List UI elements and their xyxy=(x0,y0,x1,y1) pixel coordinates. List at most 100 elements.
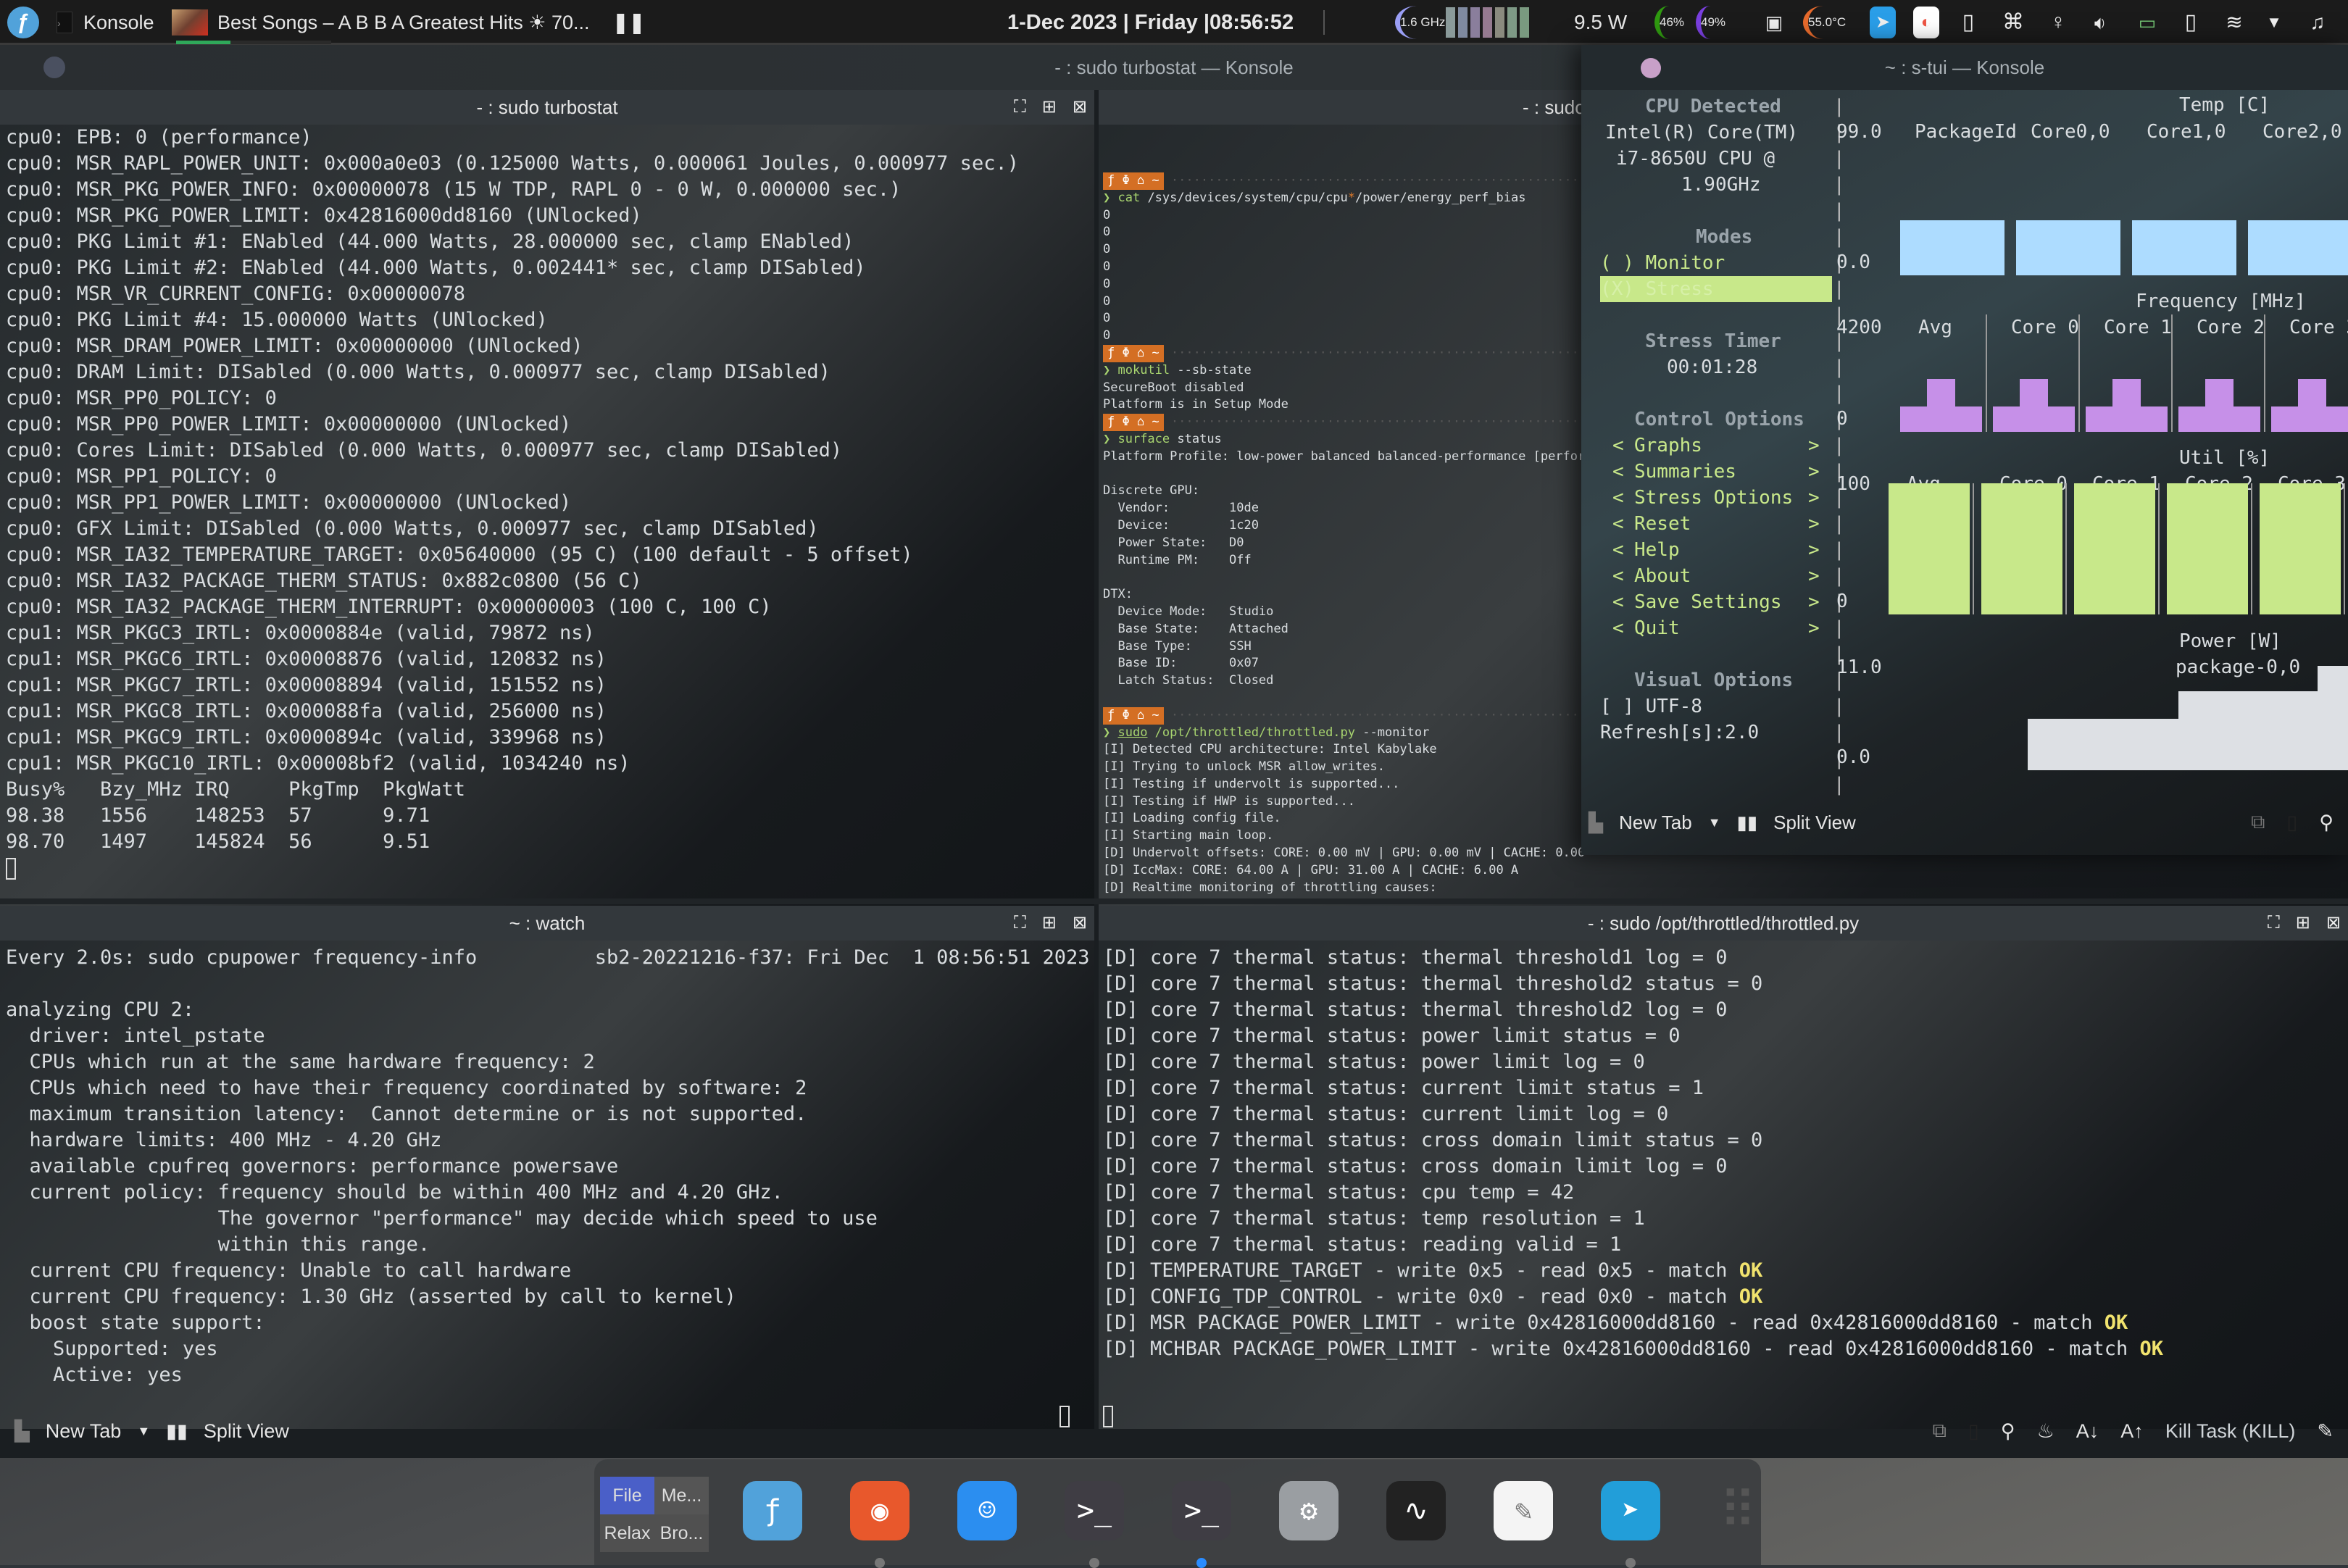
finder-icon[interactable]: ☺ xyxy=(957,1481,1017,1540)
terminal-line: [D] IccMax: CORE: 64.00 A | GPU: 31.00 A… xyxy=(1103,862,1616,880)
fedora-icon[interactable]: ƒ xyxy=(7,7,39,38)
pane-watch[interactable]: ~ : watch ⛶ ⊞ ⊠ Every 2.0s: sudo cpupower … xyxy=(0,906,1094,1429)
menu-item-stress-options[interactable]: Stress Options xyxy=(1634,485,1793,511)
split-icon[interactable]: ⊞ xyxy=(2296,906,2310,941)
new-tab-button[interactable]: New Tab xyxy=(1619,812,1692,834)
menu-item-summaries[interactable]: Summaries xyxy=(1634,459,1736,485)
lightbulb-icon[interactable]: ♀ xyxy=(2045,7,2071,38)
search-icon[interactable]: ⚲ xyxy=(2319,812,2334,834)
task-grid-item[interactable]: Relax xyxy=(600,1514,654,1552)
activity-monitor-icon[interactable]: ∿ xyxy=(1386,1481,1446,1540)
chevron-down-icon[interactable]: ▼ xyxy=(2261,7,2287,38)
text-segment: [I] Starting main loop. xyxy=(1103,828,1274,843)
close-pane-icon[interactable]: ⊠ xyxy=(1073,90,1087,125)
new-tab-button[interactable]: New Tab xyxy=(46,1420,122,1443)
power-readout[interactable]: 9.5 W xyxy=(1574,0,1627,45)
font-smaller-icon[interactable]: A↓ xyxy=(2076,1420,2099,1443)
task-grid-item[interactable]: Me... xyxy=(654,1477,709,1514)
menu-item-reset[interactable]: Reset xyxy=(1634,511,1691,537)
text-segment: ❯ xyxy=(1103,362,1118,378)
pane-divider[interactable] xyxy=(0,898,2348,904)
copy-icon[interactable]: ⧉ xyxy=(1933,1419,1947,1443)
maximize-icon[interactable]: ⛶ xyxy=(2268,906,2280,941)
clipboard-icon[interactable]: ▯ xyxy=(1955,7,1981,38)
graph-separator: | xyxy=(1833,539,1845,561)
window-menu-icon[interactable] xyxy=(43,57,65,78)
terminal-line: ƒ Φ ⌂ ~ ································… xyxy=(1103,172,1616,190)
split-icon[interactable]: ⊞ xyxy=(1042,90,1057,125)
text-editor-icon[interactable]: ✎ xyxy=(1494,1481,1553,1540)
kill-task-button[interactable]: Kill Task (KILL) xyxy=(2165,1420,2296,1443)
telegram-icon[interactable]: ➤ xyxy=(1601,1481,1660,1540)
temperature-widget[interactable]: 55.0°C xyxy=(1803,6,1846,39)
paste-icon[interactable]: ▯ xyxy=(2286,812,2297,834)
album-art[interactable] xyxy=(172,9,208,36)
menu-item-about[interactable]: About xyxy=(1634,563,1691,589)
fedora-icon[interactable]: ƒ xyxy=(743,1481,802,1540)
menu-item-help[interactable]: Help xyxy=(1634,537,1680,563)
font-larger-icon[interactable]: A↑ xyxy=(2120,1420,2144,1443)
telegram-icon[interactable]: ➤ xyxy=(1870,7,1896,38)
command-icon[interactable]: ⌘ xyxy=(2000,7,2026,38)
battery-icon[interactable]: ▭ xyxy=(2134,7,2160,38)
settings-icon[interactable]: ⚙ xyxy=(1279,1481,1339,1540)
stui-konsole-window[interactable]: ~ : s-tui — Konsole CPU Detected Intel(R)… xyxy=(1581,45,2348,855)
cpu-freq-widget[interactable]: 1.6 GHz xyxy=(1395,6,1445,39)
pane-turbostat[interactable]: - : sudo turbostat ⛶ ⊞ ⊠ cpu0: EPB: 0 (per… xyxy=(0,90,1094,942)
new-tab-dropdown-icon[interactable]: ▼ xyxy=(1708,815,1721,830)
split-view-icon[interactable]: ▮▮ xyxy=(1737,812,1758,834)
split-view-button[interactable]: Split View xyxy=(1773,812,1856,834)
task-grid-item[interactable]: Bro... xyxy=(654,1514,709,1552)
terminal-line: [D] core 7 thermal status: power limit s… xyxy=(1103,1023,2163,1049)
terminal-line: Supported: yes xyxy=(6,1338,218,1360)
chip-icon[interactable]: ▣ xyxy=(1761,7,1787,38)
terminal-line: cpu0: PKG Limit #4: 15.000000 Watts (UNl… xyxy=(6,309,548,331)
active-app-name[interactable]: Konsole xyxy=(83,0,154,45)
pane-throttled[interactable]: - : sudo /opt/throttled/throttled.py ⛶ ⊞ ⊠… xyxy=(1099,906,2348,1429)
copy-icon[interactable]: ⧉ xyxy=(2251,811,2265,834)
graph-title: Frequency [MHz] xyxy=(2136,291,2306,312)
wifi-icon[interactable]: ≋ xyxy=(2221,7,2247,38)
menu-item-quit[interactable]: Quit xyxy=(1634,615,1680,641)
menu-item-save-settings[interactable]: Save Settings xyxy=(1634,589,1782,615)
close-pane-icon[interactable]: ⊠ xyxy=(2326,906,2341,941)
terminal-icon[interactable]: >_ xyxy=(1065,1481,1124,1540)
firefox-icon[interactable]: ◉ xyxy=(850,1481,909,1540)
split-icon[interactable]: ⊞ xyxy=(1042,906,1057,941)
mode-monitor-radio[interactable]: ( ) Monitor xyxy=(1600,250,1725,276)
phone-icon[interactable]: ▯ xyxy=(2178,7,2204,38)
ram-usage-widget[interactable]: 46% xyxy=(1654,6,1684,39)
media-title[interactable]: Best Songs – A B B A Greatest Hits ☀ 70.… xyxy=(217,0,589,45)
menu-item-graphs[interactable]: Graphs xyxy=(1634,433,1702,459)
window-menu-icon[interactable] xyxy=(1641,58,1661,78)
maximize-icon[interactable]: ⛶ xyxy=(1014,906,1026,941)
swap-usage-widget[interactable]: 49% xyxy=(1696,6,1725,39)
new-tab-icon[interactable]: ▙ xyxy=(1589,812,1603,834)
text-segment: [I] Detected CPU architecture: Intel Kab… xyxy=(1103,742,1437,757)
split-view-button[interactable]: Split View xyxy=(204,1420,289,1443)
maximize-icon[interactable]: ⛶ xyxy=(1014,90,1026,125)
refresh-interval[interactable]: Refresh[s]:2.0 xyxy=(1600,720,1759,746)
search-icon[interactable]: ⚲ xyxy=(2001,1420,2015,1443)
clock[interactable]: 1-Dec 2023 | Friday |08:56:52 xyxy=(1007,0,1294,45)
cpu-bars-icon[interactable] xyxy=(1446,7,1529,38)
color-picker-icon[interactable]: ◐ xyxy=(1913,7,1939,38)
app-grid-icon[interactable]: ⠿ xyxy=(1708,1481,1768,1540)
new-tab-icon[interactable]: ▙ xyxy=(14,1420,30,1443)
terminal-line: hardware limits: 400 MHz - 4.20 GHz xyxy=(6,1129,442,1151)
utf8-checkbox[interactable]: [ ] UTF-8 xyxy=(1600,693,1702,720)
paste-icon[interactable]: ▯ xyxy=(1968,1420,1979,1443)
close-pane-icon[interactable]: ⊠ xyxy=(1073,906,1087,941)
task-grid-item[interactable]: File xyxy=(600,1477,654,1514)
terminal-icon[interactable]: >_ xyxy=(1172,1481,1231,1540)
volume-icon[interactable]: 🔉︎ xyxy=(2087,7,2113,38)
pencil-icon[interactable]: ✎ xyxy=(2317,1420,2334,1443)
split-view-icon[interactable]: ▮▮ xyxy=(166,1420,188,1443)
new-tab-dropdown-icon[interactable]: ▼ xyxy=(137,1424,150,1439)
terminal-line: Busy% Bzy_MHz IRQ PkgTmp PkgWatt xyxy=(6,778,465,801)
bell-icon[interactable]: ♫ xyxy=(2305,7,2331,38)
mode-stress-radio[interactable]: (X) Stress xyxy=(1600,276,1832,302)
flame-icon[interactable]: ♨ xyxy=(2037,1420,2054,1443)
window-title[interactable]: ~ : s-tui — Konsole xyxy=(1581,45,2348,90)
pause-icon[interactable]: ❚❚ xyxy=(612,0,645,45)
